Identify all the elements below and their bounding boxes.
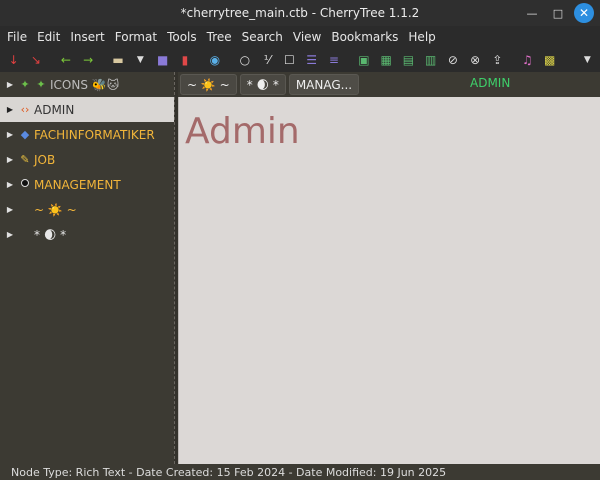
tree-item-label: MANAGEMENT xyxy=(34,177,121,192)
dot-icon xyxy=(18,179,32,190)
open-file-icon[interactable]: ▬ xyxy=(108,50,127,70)
window-title: *cherrytree_main.ctb - CherryTree 1.1.2 xyxy=(180,6,420,20)
expand-arrow-icon[interactable]: ▶ xyxy=(2,72,18,97)
tree-item-label: FACHINFORMATIKER xyxy=(34,127,155,142)
tree-item-moon[interactable]: ▶ * 🌒 * xyxy=(0,222,175,247)
menu-tools[interactable]: Tools xyxy=(162,26,202,48)
insert-image-icon[interactable]: ▣ xyxy=(354,50,373,70)
menu-tree[interactable]: Tree xyxy=(202,26,237,48)
numbered-list-icon[interactable]: ⅟ xyxy=(257,50,276,70)
menu-bookmarks[interactable]: Bookmarks xyxy=(326,26,403,48)
tree-item-sun[interactable]: ▶ ~ ☀️ ~ xyxy=(0,197,175,222)
rich-text-editor[interactable]: Admin xyxy=(178,97,600,464)
dropdown-arrow-icon[interactable]: ▼ xyxy=(131,50,150,70)
underline-list-icon[interactable]: ≡ xyxy=(324,50,343,70)
gem-icon: ◆ xyxy=(20,128,30,141)
title-bar: *cherrytree_main.ctb - CherryTree 1.1.2 … xyxy=(0,0,600,26)
toolbar-more-icon[interactable]: ▼ xyxy=(578,50,597,70)
tree-item-label: * 🌒 * xyxy=(34,227,67,242)
node-title: ADMIN xyxy=(470,76,511,90)
expand-arrow-icon[interactable]: ▶ xyxy=(2,172,18,197)
toc-icon[interactable]: ☰ xyxy=(302,50,321,70)
save-icon[interactable]: ■ xyxy=(153,50,172,70)
tree-item-label: ~ ☀️ ~ xyxy=(34,202,77,217)
add-subnode-icon[interactable]: ↘ xyxy=(26,50,45,70)
window-controls: — □ ✕ xyxy=(522,3,594,23)
puzzle-icon: ✦ xyxy=(20,78,30,91)
menu-help[interactable]: Help xyxy=(403,26,440,48)
insert-table-icon[interactable]: ▦ xyxy=(377,50,396,70)
find-icon[interactable]: ◉ xyxy=(205,50,224,70)
bullet-list-icon[interactable]: ○ xyxy=(235,50,254,70)
editor-heading[interactable]: Admin xyxy=(185,111,300,152)
tree-item-job[interactable]: ▶ ✎ JOB xyxy=(0,147,175,172)
tab-sun[interactable]: ~ ☀️ ~ xyxy=(180,74,237,95)
tree-item-management[interactable]: ▶ MANAGEMENT xyxy=(0,172,175,197)
expand-arrow-icon[interactable]: ▶ xyxy=(2,97,18,122)
export-icon[interactable]: ⇪ xyxy=(488,50,507,70)
tree-item-admin[interactable]: ▶ ‹› ADMIN xyxy=(0,97,175,122)
export-pdf-icon[interactable]: ▮ xyxy=(175,50,194,70)
code-icon: ‹› xyxy=(20,103,30,116)
tab-moon[interactable]: * 🌒 * xyxy=(239,74,286,95)
tree-item-icons[interactable]: ▶ ✦ ✦ ICONS 🐝🐱 xyxy=(0,72,175,97)
color-fg-icon[interactable]: ♫ xyxy=(518,50,537,70)
tree-item-label: JOB xyxy=(34,152,56,167)
menu-file[interactable]: File xyxy=(2,26,32,48)
toolbar: ↓ ↘ ← → ▬ ▼ ■ ▮ ◉ ○ ⅟ ☐ ☰ ≡ ▣ ▦ ▤ ▥ ⊘ ⊗ … xyxy=(0,48,600,72)
insert-codebox-icon[interactable]: ▤ xyxy=(399,50,418,70)
tree-panel: ▶ ✦ ✦ ICONS 🐝🐱 ▶ ‹› ADMIN ▶ ◆ FACHINFORM… xyxy=(0,72,175,464)
tab-management[interactable]: MANAG... xyxy=(288,74,360,95)
menu-format[interactable]: Format xyxy=(110,26,162,48)
menu-insert[interactable]: Insert xyxy=(65,26,109,48)
link-icon[interactable]: ⊗ xyxy=(466,50,485,70)
node-tabs: ~ ☀️ ~ * 🌒 * MANAG... xyxy=(178,72,600,97)
add-node-icon[interactable]: ↓ xyxy=(4,50,23,70)
menu-view[interactable]: View xyxy=(288,26,326,48)
status-text: Node Type: Rich Text - Date Created: 15 … xyxy=(11,465,447,479)
color-bg-icon[interactable]: ▩ xyxy=(540,50,559,70)
menu-bar: File Edit Insert Format Tools Tree Searc… xyxy=(0,26,600,48)
expand-arrow-icon[interactable]: ▶ xyxy=(2,147,18,172)
todo-list-icon[interactable]: ☐ xyxy=(280,50,299,70)
close-icon[interactable]: ✕ xyxy=(574,3,594,23)
expand-arrow-icon[interactable]: ▶ xyxy=(2,122,18,147)
expand-arrow-icon[interactable]: ▶ xyxy=(2,197,18,222)
insert-link-icon[interactable]: ⊘ xyxy=(443,50,462,70)
insert-anchor-icon[interactable]: ▥ xyxy=(421,50,440,70)
maximize-icon[interactable]: □ xyxy=(548,3,568,23)
menu-search[interactable]: Search xyxy=(237,26,288,48)
pencil-icon: ✎ xyxy=(20,153,30,166)
expand-arrow-icon[interactable]: ▶ xyxy=(2,222,18,247)
tree-item-fachinformatiker[interactable]: ▶ ◆ FACHINFORMATIKER xyxy=(0,122,175,147)
tree-item-label: ADMIN xyxy=(34,102,75,117)
tree-item-label: ICONS 🐝🐱 xyxy=(50,77,120,92)
status-bar: Node Type: Rich Text - Date Created: 15 … xyxy=(0,464,600,480)
menu-edit[interactable]: Edit xyxy=(32,26,65,48)
puzzle-icon: ✦ xyxy=(36,78,46,91)
go-forward-icon[interactable]: → xyxy=(79,50,98,70)
go-back-icon[interactable]: ← xyxy=(56,50,75,70)
minimize-icon[interactable]: — xyxy=(522,3,542,23)
